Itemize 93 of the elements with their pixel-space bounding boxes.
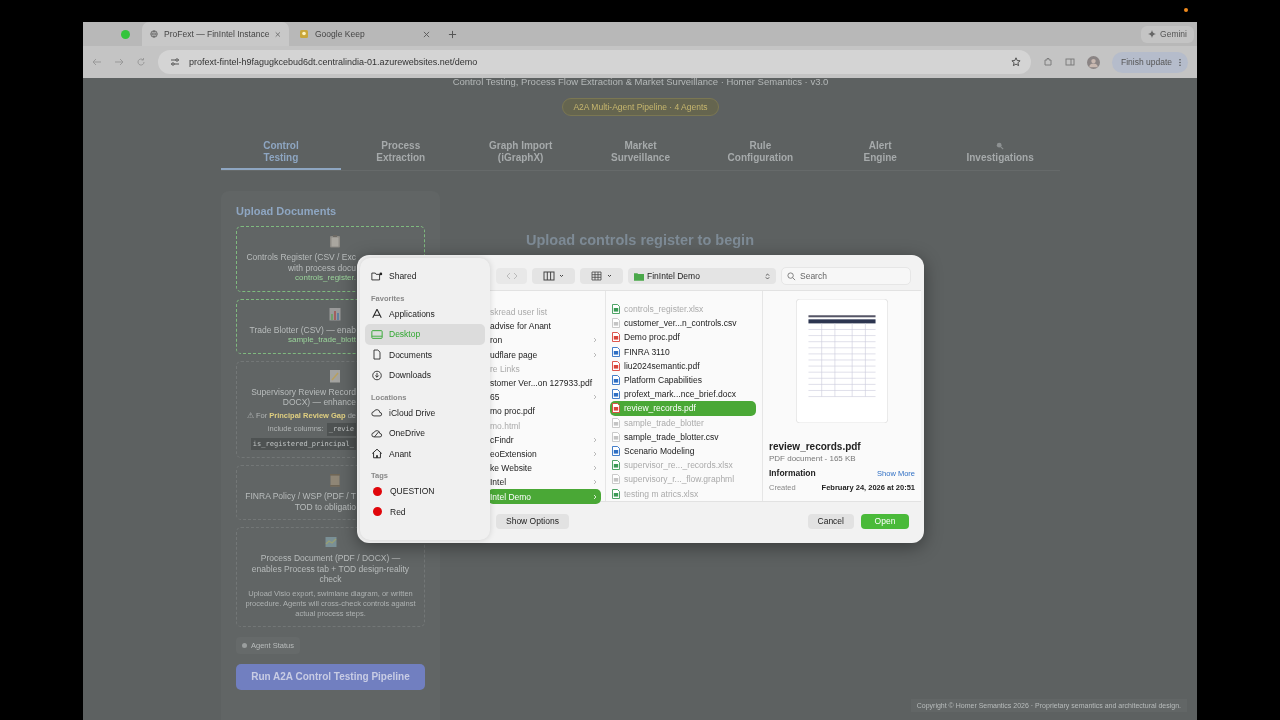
address-field[interactable]: profext-fintel-h9fagugkcebud6dt.centralindia-01.azurewebsites.net/demo	[158, 50, 1031, 74]
file-row[interactable]: stomer Ver...on 127933.pdf	[488, 375, 601, 391]
scroll-icon	[328, 473, 341, 487]
file-name: controls_register.	[295, 273, 356, 284]
status-icon	[242, 642, 247, 648]
file-row[interactable]: 65	[488, 390, 601, 405]
file-icon	[612, 403, 620, 414]
file-icon	[612, 417, 620, 428]
grid-view-button[interactable]	[580, 268, 623, 284]
file-row[interactable]: advise for Anant	[488, 319, 601, 334]
panel-title: Upload Documents	[236, 205, 338, 217]
shared-folder-icon	[371, 270, 383, 282]
file-row[interactable]: liu2024semantic.pdf	[610, 358, 756, 373]
close-icon[interactable]	[275, 30, 281, 38]
site-info-icon[interactable]	[170, 57, 180, 67]
card-label: Controls Register (CSV / Exc with process docu	[246, 252, 356, 273]
file-icon	[612, 346, 620, 357]
file-icon	[612, 445, 620, 456]
back-forward-control[interactable]	[496, 268, 527, 284]
file-row[interactable]: profext_mark...nce_brief.docx	[610, 387, 756, 402]
recording-dot	[1184, 8, 1188, 12]
search-field[interactable]: Search	[781, 267, 911, 285]
location-dropdown[interactable]: FinIntel Demo	[628, 268, 776, 284]
browser-tab[interactable]: Google Keep	[291, 22, 438, 46]
file-row[interactable]: sample_trade_blotter.csv	[610, 429, 756, 444]
search-icon	[787, 271, 796, 281]
browser-tab[interactable]: ProFext — FinIntel Instance	[142, 22, 289, 46]
file-row[interactable]: cFindr	[488, 432, 601, 447]
file-row[interactable]: udflare page	[488, 347, 601, 362]
column-view-button[interactable]	[532, 268, 575, 284]
star-icon[interactable]	[1010, 57, 1021, 67]
app-subtitle: Control Testing, Process Flow Extraction & Market Surveillance · Homer Semantics · v3.0	[451, 78, 830, 88]
file-row[interactable]: eoExtension	[488, 446, 601, 462]
close-icon[interactable]	[423, 30, 430, 38]
file-name: sample_trade_blott	[287, 335, 356, 346]
file-icon	[612, 332, 620, 343]
gemini-button[interactable]: Gemini	[1141, 25, 1194, 43]
grid-icon	[590, 271, 613, 281]
applications-icon	[371, 308, 383, 320]
card-label: FINRA Policy / WSP (PDF / T TOD to obligatio	[245, 491, 356, 512]
reload-icon[interactable]	[136, 57, 146, 67]
pipeline-badge: A2A Multi-Agent Pipeline · 4 Agents	[562, 98, 719, 116]
file-row[interactable]: ron	[488, 333, 601, 348]
file-icon	[612, 389, 620, 400]
avatar-icon[interactable]	[1086, 55, 1100, 69]
file-icon	[612, 488, 620, 499]
show-options-button[interactable]: Show Options	[496, 513, 569, 529]
search-icon	[996, 141, 1005, 150]
file-row[interactable]: mo proc.pdf	[488, 404, 601, 419]
card-label: Supervisory Review Record DOCX) — enhance	[251, 386, 356, 408]
chevron-icon	[593, 394, 597, 401]
file-icon	[612, 360, 620, 371]
back-icon[interactable]	[92, 57, 102, 67]
clipboard-icon	[328, 234, 341, 248]
file-icon	[612, 304, 620, 315]
columns-icon	[542, 271, 565, 281]
file-icon	[612, 318, 620, 329]
plus-icon[interactable]	[448, 29, 457, 39]
file-row[interactable]: Demo proc.pdf	[610, 330, 756, 345]
desktop-icon	[371, 328, 383, 340]
forward-icon[interactable]	[114, 57, 124, 67]
home-icon	[371, 448, 383, 460]
card-label: Process Document (PDF / DOCX) — enables Process tab + TOD design-reality check	[251, 553, 410, 585]
file-row[interactable]: customer_ver...n_controls.csv	[610, 316, 756, 331]
chevron-icon	[765, 271, 770, 281]
file-icon	[612, 375, 620, 386]
window-control-icon[interactable]	[121, 29, 130, 39]
cloud-icon	[371, 407, 383, 419]
bar-chart-icon	[328, 306, 341, 321]
bulb-icon	[299, 29, 309, 39]
file-row[interactable]: Scenario Modeling	[610, 443, 756, 459]
sidebar-icon[interactable]	[1064, 57, 1075, 67]
download-icon	[371, 369, 383, 381]
card-label: Trade Blotter (CSV) — enab	[249, 324, 356, 335]
file-icon	[612, 474, 620, 485]
info-heading: Information	[769, 468, 816, 478]
preview-filename: review_records.pdf	[769, 441, 862, 452]
map-icon	[324, 535, 337, 549]
memo-icon	[328, 368, 341, 383]
file-row[interactable]: ke Website	[488, 461, 601, 476]
file-icon	[612, 460, 620, 471]
file-type-size: PDF document - 165 KB	[769, 454, 857, 463]
cloud-icon	[371, 427, 383, 439]
file-row[interactable]: FINRA 3110	[610, 344, 756, 359]
folder-icon	[634, 271, 644, 281]
file-row[interactable]: Intel	[488, 475, 601, 490]
document-icon	[371, 349, 383, 361]
cancel-button[interactable]: Cancel	[807, 513, 854, 529]
finish-update-button[interactable]: Finish update	[1111, 51, 1188, 73]
file-row[interactable]: Platform Capabilities	[610, 372, 756, 388]
sparkle-icon	[1148, 30, 1157, 38]
file-icon	[612, 431, 620, 442]
globe-icon	[150, 29, 159, 39]
